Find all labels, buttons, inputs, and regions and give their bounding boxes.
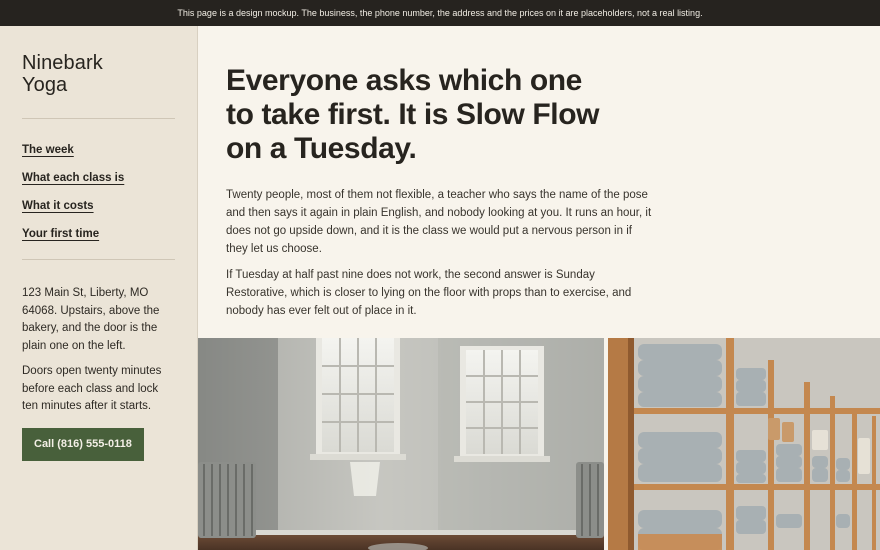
sidebar-divider: [22, 259, 175, 260]
page-headline: Everyone asks which one to take first. I…: [226, 64, 646, 166]
mockup-notice-text: This page is a design mockup. The busine…: [177, 8, 703, 18]
sidebar-nav: The week What each class is What it cost…: [22, 144, 175, 240]
door-policy: Doors open twenty minutes before each cl…: [22, 365, 162, 412]
intro-paragraph: Twenty people, most of them not flexible…: [226, 189, 652, 255]
props-shelf-photo: [608, 338, 880, 550]
call-button[interactable]: Call (816) 555-0118: [22, 427, 144, 461]
mockup-notice-bar: This page is a design mockup. The busine…: [0, 0, 880, 26]
sidebar: Ninebark Yoga The week What each class i…: [0, 26, 198, 550]
headline-line: to take first. It is Slow Flow: [226, 98, 600, 131]
headline-line: Everyone asks which one: [226, 64, 582, 97]
photo-strip: [198, 338, 880, 550]
studio-address: 123 Main St, Liberty, MO 64068. Upstairs…: [22, 287, 160, 352]
sidebar-divider: [22, 118, 175, 119]
brand-name-line2: Yoga: [22, 74, 68, 96]
nav-link-your-first-time[interactable]: Your first time: [22, 228, 99, 240]
alternative-paragraph: If Tuesday at half past nine does not wo…: [226, 269, 632, 317]
headline-line: on a Tuesday.: [226, 132, 417, 165]
brand-logo[interactable]: Ninebark Yoga: [22, 52, 175, 96]
nav-link-what-it-costs[interactable]: What it costs: [22, 200, 94, 212]
nav-link-the-week[interactable]: The week: [22, 144, 74, 156]
nav-link-what-each-class-is[interactable]: What each class is: [22, 172, 124, 184]
brand-name-line1: Ninebark: [22, 52, 103, 74]
main-content: Everyone asks which one to take first. I…: [199, 26, 880, 338]
studio-room-photo: [198, 338, 604, 550]
